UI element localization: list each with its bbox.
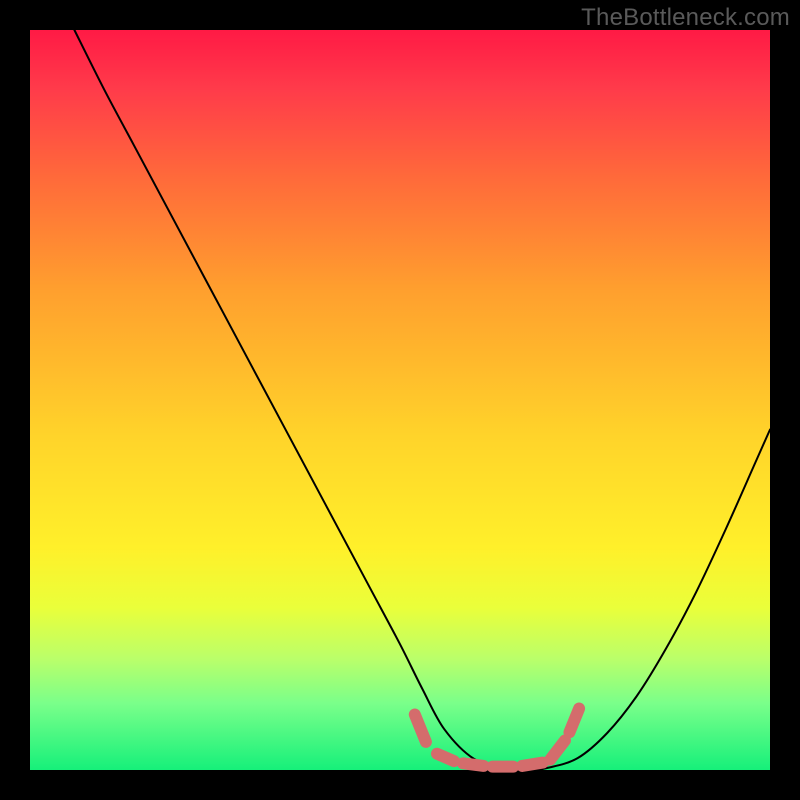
valley-dash — [437, 754, 454, 761]
chart-frame: TheBottleneck.com — [0, 0, 800, 800]
marker-layer — [30, 30, 770, 770]
valley-markers — [415, 709, 579, 767]
valley-dash — [522, 763, 543, 766]
watermark-text: TheBottleneck.com — [581, 4, 790, 32]
valley-dash — [569, 709, 579, 733]
plot-area — [30, 30, 770, 770]
valley-dash — [550, 740, 565, 759]
valley-dash — [463, 763, 484, 766]
valley-dash — [415, 715, 426, 742]
